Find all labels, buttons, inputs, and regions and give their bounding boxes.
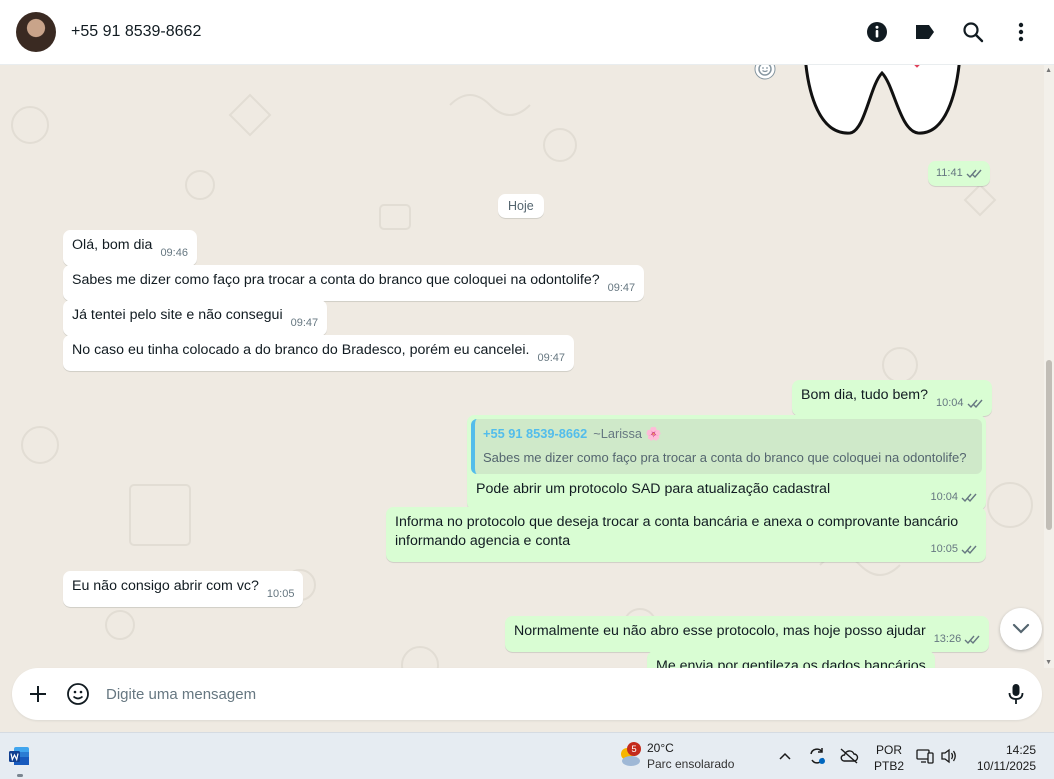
voice-message-button[interactable] — [1002, 680, 1030, 708]
label-icon — [916, 25, 934, 39]
message-time: 09:47 — [607, 282, 636, 294]
input-language-indicator[interactable]: POR PTB2 — [874, 742, 904, 774]
double-check-icon — [964, 635, 980, 645]
attach-button[interactable] — [24, 680, 52, 708]
day-divider-chip: Hoje — [498, 194, 544, 218]
word-app-icon[interactable] — [8, 745, 30, 767]
double-check-icon — [961, 545, 977, 555]
contact-avatar[interactable] — [16, 12, 56, 52]
message-time: 10:05 — [930, 543, 958, 555]
header-actions — [860, 15, 1038, 49]
sticker-time-bubble: 11:41 — [928, 161, 990, 186]
tooth-sticker[interactable] — [800, 65, 980, 150]
plus-icon — [30, 686, 46, 702]
scroll-up-arrow[interactable]: ▲ — [1045, 67, 1052, 74]
outgoing-message[interactable]: Normalmente eu não abro esse protocolo, … — [505, 616, 990, 652]
quoted-message[interactable]: +55 91 8539-8662 ~Larissa 🌸 Sabes me dize… — [471, 419, 982, 474]
cloud-offline-icon[interactable] — [839, 748, 859, 764]
keyboard-layout: PTB2 — [874, 759, 905, 773]
scroll-down-arrow[interactable]: ▼ — [1045, 659, 1052, 666]
chat-area[interactable]: 11:41 Hoje Olá, bom dia 09:46 Sabes me d… — [0, 65, 1054, 668]
message-text: Eu não consigo abrir com vc? — [72, 578, 259, 594]
search-button[interactable] — [956, 15, 990, 49]
incoming-message[interactable]: Eu não consigo abrir com vc? 10:05 — [63, 571, 304, 607]
weather-widget[interactable]: 5 20°C Parc ensolarado — [617, 741, 734, 771]
outgoing-reply-message[interactable]: +55 91 8539-8662 ~Larissa 🌸 Sabes me dize… — [467, 415, 986, 510]
info-button[interactable] — [860, 15, 894, 49]
label-button[interactable] — [908, 15, 942, 49]
double-check-icon — [961, 493, 977, 503]
info-icon — [867, 22, 887, 42]
chevron-down-icon — [1012, 623, 1030, 634]
incoming-message[interactable]: Já tentei pelo site e não consegui 09:47 — [63, 300, 328, 336]
message-text: Bom dia, tudo bem? — [801, 387, 928, 403]
scrollbar-thumb[interactable] — [1046, 360, 1052, 530]
quote-author: +55 91 8539-8662 — [483, 426, 588, 441]
message-time: 11:41 — [936, 167, 963, 179]
active-app-indicator — [17, 774, 23, 777]
search-icon — [963, 22, 984, 43]
system-clock[interactable]: 14:25 10/11/2025 — [970, 742, 1036, 774]
microphone-icon — [1008, 684, 1024, 704]
volume-icon[interactable] — [940, 748, 958, 764]
message-text: No caso eu tinha colocado a do branco do… — [72, 342, 530, 358]
weather-condition: Parc ensolarado — [647, 757, 735, 771]
weather-temperature: 20°C — [647, 741, 674, 755]
quote-text: Sabes me dizer como faço pra trocar a co… — [483, 450, 967, 465]
menu-icon — [1018, 22, 1024, 42]
outgoing-message[interactable]: Bom dia, tudo bem? 10:04 — [792, 380, 992, 416]
message-time: 09:47 — [290, 317, 319, 329]
message-text: Sabes me dizer como faço pra trocar a co… — [72, 272, 600, 288]
chat-header: +55 91 8539-8662 — [0, 0, 1054, 65]
message-text: Informa no protocolo que deseja trocar a… — [395, 514, 959, 549]
double-check-icon — [967, 399, 983, 409]
message-text: Normalmente eu não abro esse protocolo, … — [514, 623, 926, 639]
weather-badge: 5 — [627, 742, 641, 756]
emoji-sticker-button[interactable] — [64, 680, 92, 708]
message-time: 09:47 — [537, 352, 565, 364]
network-icon[interactable] — [916, 748, 934, 764]
outgoing-message[interactable]: Me envia por gentileza os dados bancário… — [647, 651, 935, 668]
compose-box — [12, 668, 1042, 720]
quote-alias: ~Larissa 🌸 — [593, 426, 662, 441]
message-input[interactable] — [106, 685, 1002, 703]
message-text: Olá, bom dia — [72, 237, 153, 253]
double-check-icon — [966, 169, 982, 179]
message-text: Me envia por gentileza os dados bancário… — [656, 658, 926, 668]
sync-icon[interactable] — [807, 746, 827, 766]
message-time: 10:04 — [935, 397, 964, 409]
clock-date: 10/11/2025 — [976, 759, 1036, 773]
message-time: 10:04 — [930, 491, 958, 503]
chevron-up-icon[interactable] — [779, 752, 791, 760]
message-time: 13:26 — [933, 633, 962, 645]
compose-bar — [0, 668, 1054, 732]
chat-scrollbar[interactable]: ▲ ▼ — [1044, 65, 1054, 668]
sticker-icon — [67, 683, 89, 705]
incoming-message[interactable]: Olá, bom dia 09:46 — [63, 230, 197, 266]
message-time: 09:46 — [160, 247, 188, 259]
menu-button[interactable] — [1004, 15, 1038, 49]
outgoing-message[interactable]: Informa no protocolo que deseja trocar a… — [386, 507, 986, 562]
message-time: 10:05 — [266, 588, 295, 600]
language-code: POR — [876, 743, 903, 757]
scroll-to-bottom-button[interactable] — [1000, 608, 1042, 650]
emoji-reaction-icon[interactable] — [753, 65, 777, 81]
incoming-message[interactable]: Sabes me dizer como faço pra trocar a co… — [63, 265, 645, 301]
windows-taskbar: 5 20°C Parc ensolarado POR PTB2 14:25 10… — [0, 732, 1054, 779]
message-text: Já tentei pelo site e não consegui — [72, 307, 283, 323]
contact-name[interactable]: +55 91 8539-8662 — [71, 23, 201, 41]
clock-time: 14:25 — [1005, 743, 1036, 757]
message-text: Pode abrir um protocolo SAD para atualiz… — [476, 481, 831, 497]
incoming-message[interactable]: No caso eu tinha colocado a do branco do… — [63, 335, 574, 371]
